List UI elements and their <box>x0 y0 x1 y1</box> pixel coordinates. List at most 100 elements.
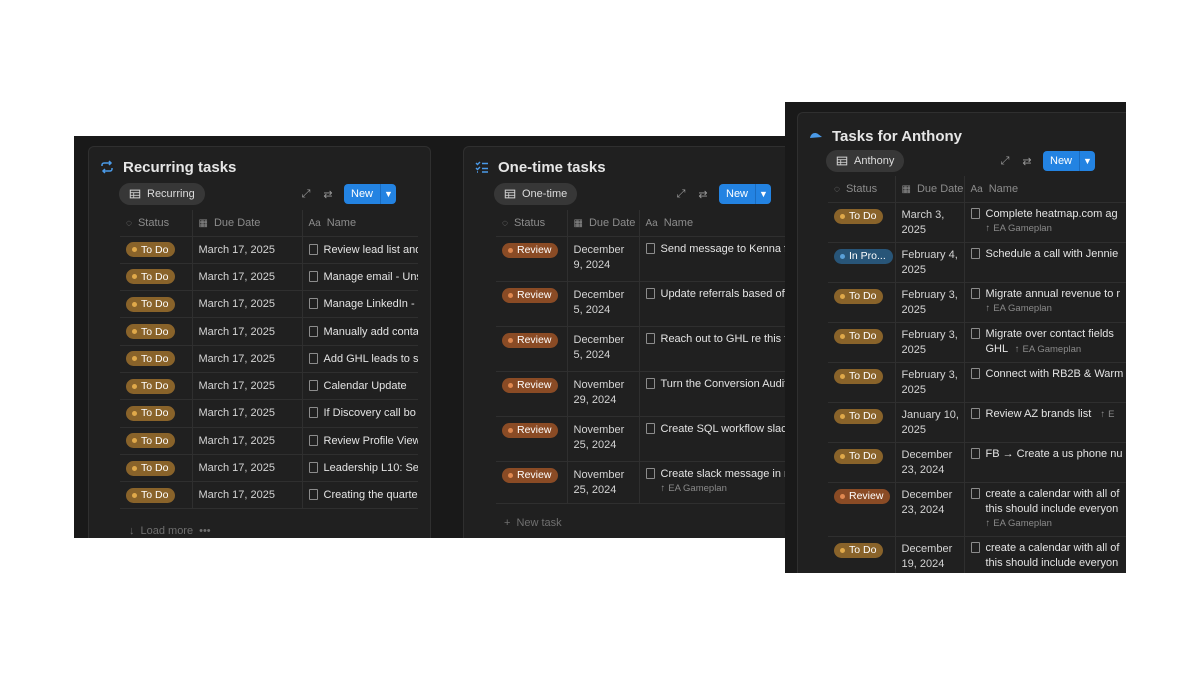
status-cell[interactable]: To Do <box>828 282 895 323</box>
due-date-cell[interactable]: March 17, 2025 <box>191 481 302 510</box>
expand-icon[interactable]: ⤢ <box>999 155 1011 168</box>
due-date-cell[interactable]: November 25, 2024 <box>566 416 639 462</box>
column-due-date[interactable]: ▦ Due Date <box>894 176 964 203</box>
status-cell[interactable]: Review <box>496 371 567 417</box>
name-cell[interactable]: Migrate over contact fields GHL ↑ EA Gamep… <box>963 322 1126 363</box>
table-row[interactable]: To Do March 17, 2025 Leadership L10: Se <box>120 454 418 483</box>
status-cell[interactable]: To Do <box>828 442 895 483</box>
table-row[interactable]: To Do March 17, 2025 Manage LinkedIn - <box>120 290 418 319</box>
due-date-cell[interactable]: March 3, 2025 <box>894 202 964 243</box>
name-cell[interactable]: FB → Create a us phone nu <box>963 442 1126 483</box>
name-cell[interactable]: Update referrals based off <box>638 281 786 327</box>
due-date-cell[interactable]: January 10, 2025 <box>894 402 964 443</box>
status-cell[interactable]: To Do <box>828 402 895 443</box>
column-due-date[interactable]: ▦ Due Date <box>566 210 639 237</box>
name-cell[interactable]: Schedule a call with Jennie <box>963 242 1126 283</box>
chevron-down-icon[interactable]: ▼ <box>755 184 771 204</box>
new-button[interactable]: New ▼ <box>719 184 772 204</box>
name-cell[interactable]: Connect with RB2B & Warm <box>963 362 1126 403</box>
due-date-cell[interactable]: February 3, 2025 <box>894 362 964 403</box>
expand-icon[interactable]: ⤢ <box>300 188 312 201</box>
status-cell[interactable]: To Do <box>120 454 192 483</box>
sliders-icon[interactable]: ⇄ <box>322 188 334 201</box>
new-button[interactable]: New ▼ <box>344 184 397 204</box>
table-row[interactable]: Review December 9, 2024 Send message to Ken… <box>496 236 786 282</box>
name-cell[interactable]: If Discovery call bo <box>301 399 418 428</box>
name-cell[interactable]: Turn the Conversion Audit <box>638 371 786 417</box>
name-cell[interactable]: Create SQL workflow slack <box>638 416 786 462</box>
table-row[interactable]: To Do February 3, 2025 Connect with RB2B & … <box>828 362 1126 403</box>
status-cell[interactable]: To Do <box>828 536 895 573</box>
status-cell[interactable]: Review <box>496 236 567 282</box>
status-cell[interactable]: Review <box>828 482 895 537</box>
name-cell[interactable]: Migrate annual revenue to r ↑ EA Gameplan <box>963 282 1127 323</box>
status-cell[interactable]: To Do <box>828 322 895 363</box>
table-row[interactable]: To Do March 17, 2025 If Discovery call bo <box>120 399 418 428</box>
due-date-cell[interactable]: March 17, 2025 <box>191 290 302 319</box>
name-cell[interactable]: Review Profile View <box>301 427 418 455</box>
table-row[interactable]: To Do March 17, 2025 Manage email - Uns <box>120 263 418 292</box>
table-row[interactable]: In Pro... February 4, 2025 Schedule a call … <box>828 242 1126 283</box>
column-name[interactable]: Aa Name <box>963 176 1126 203</box>
due-date-cell[interactable]: December 23, 2024 <box>894 482 964 537</box>
name-cell[interactable]: Review lead list and <box>301 236 418 264</box>
name-cell[interactable]: Send message to Kenna fo <box>638 236 786 282</box>
due-date-cell[interactable]: March 17, 2025 <box>191 345 302 373</box>
due-date-cell[interactable]: December 5, 2024 <box>566 281 639 327</box>
column-status[interactable]: ◌ Status <box>828 176 895 203</box>
due-date-cell[interactable]: February 3, 2025 <box>894 322 964 363</box>
parent-page-link[interactable]: ↑ EA Gameplan <box>986 303 1127 314</box>
table-row[interactable]: To Do December 23, 2024 FB → Create a us ph… <box>828 442 1126 483</box>
table-row[interactable]: To Do March 17, 2025 Manually add conta <box>120 317 418 346</box>
status-cell[interactable]: To Do <box>120 317 192 346</box>
table-row[interactable]: Review November 25, 2024 Create slack messa… <box>496 461 786 504</box>
table-row[interactable]: Review December 5, 2024 Reach out to GHL re… <box>496 326 786 372</box>
column-name[interactable]: Aa Name <box>638 210 786 237</box>
table-row[interactable]: Review November 25, 2024 Create SQL workflo… <box>496 416 786 462</box>
table-row[interactable]: To Do December 19, 2024 create a calendar w… <box>828 536 1126 573</box>
load-more-button[interactable]: ↓ Load more ••• <box>129 525 211 537</box>
status-cell[interactable]: To Do <box>120 236 192 264</box>
view-tab-one-time[interactable]: One-time <box>494 183 578 205</box>
status-cell[interactable]: To Do <box>828 202 895 243</box>
table-row[interactable]: To Do March 17, 2025 Creating the quarte <box>120 481 418 510</box>
table-row[interactable]: To Do March 17, 2025 Review lead list and <box>120 236 418 264</box>
due-date-cell[interactable]: March 17, 2025 <box>191 427 302 455</box>
table-row[interactable]: To Do February 3, 2025 Migrate annual reven… <box>828 282 1127 323</box>
status-cell[interactable]: Review <box>496 416 567 462</box>
name-cell[interactable]: Review AZ brands list ↑ E <box>963 402 1126 443</box>
view-tab-recurring[interactable]: Recurring <box>119 183 205 205</box>
table-row[interactable]: To Do February 3, 2025 Migrate over contact… <box>828 322 1126 363</box>
name-cell[interactable]: Manage LinkedIn - <box>301 290 418 319</box>
due-date-cell[interactable]: March 17, 2025 <box>191 263 302 292</box>
due-date-cell[interactable]: February 3, 2025 <box>894 282 964 323</box>
status-cell[interactable]: To Do <box>828 362 895 403</box>
due-date-cell[interactable]: December 23, 2024 <box>894 442 964 483</box>
table-row[interactable]: Review November 29, 2024 Turn the Conversio… <box>496 371 786 417</box>
chevron-down-icon[interactable]: ▼ <box>380 184 396 204</box>
due-date-cell[interactable]: February 4, 2025 <box>894 242 964 283</box>
chevron-down-icon[interactable]: ▼ <box>1079 151 1095 171</box>
name-cell[interactable]: Add GHL leads to s <box>301 345 418 373</box>
status-cell[interactable]: Review <box>496 461 567 504</box>
due-date-cell[interactable]: March 17, 2025 <box>191 399 302 428</box>
due-date-cell[interactable]: March 17, 2025 <box>191 317 302 346</box>
name-cell[interactable]: create a calendar with all of this should… <box>963 482 1126 537</box>
status-cell[interactable]: Review <box>496 326 567 372</box>
table-row[interactable]: To Do March 17, 2025 Add GHL leads to s <box>120 345 418 373</box>
view-tab-anthony[interactable]: Anthony <box>826 150 905 172</box>
due-date-cell[interactable]: March 17, 2025 <box>191 372 302 401</box>
parent-page-link[interactable]: ↑ EA Gameplan <box>986 223 1127 234</box>
parent-page-link[interactable]: ↑ EA Gameplan <box>1015 344 1081 355</box>
due-date-cell[interactable]: March 17, 2025 <box>191 454 302 483</box>
status-cell[interactable]: To Do <box>120 290 192 319</box>
name-cell[interactable]: Leadership L10: Se <box>301 454 418 483</box>
due-date-cell[interactable]: November 25, 2024 <box>566 461 639 504</box>
status-cell[interactable]: To Do <box>120 263 192 292</box>
table-row[interactable]: To Do March 17, 2025 Calendar Update <box>120 372 418 401</box>
expand-icon[interactable]: ⤢ <box>675 188 687 201</box>
status-cell[interactable]: In Pro... <box>828 242 895 283</box>
table-row[interactable]: To Do March 3, 2025 Complete heatmap.com ag… <box>828 202 1127 243</box>
table-row[interactable]: To Do January 10, 2025 Review AZ brands lis… <box>828 402 1126 443</box>
table-row[interactable]: To Do March 17, 2025 Review Profile View <box>120 427 418 455</box>
